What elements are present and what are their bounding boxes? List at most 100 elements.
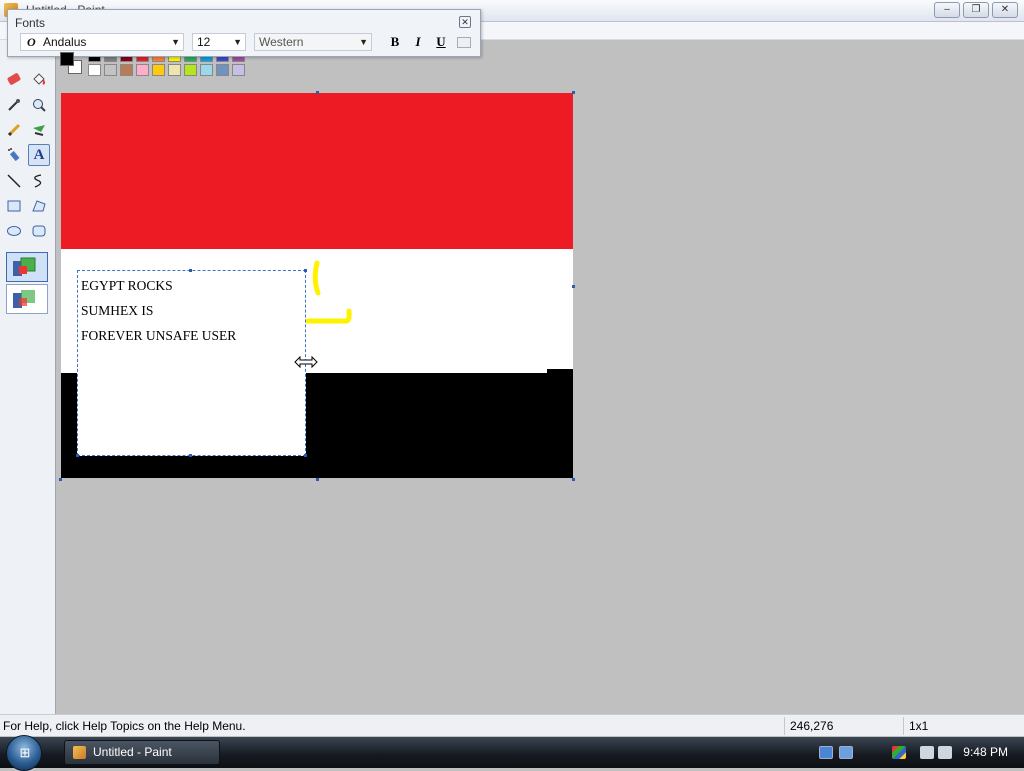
palette-swatch[interactable] (216, 64, 229, 76)
text-a-icon: A (33, 146, 45, 163)
minimize-button[interactable]: – (934, 2, 960, 18)
paint-window: Untitled - Paint – ❐ ✕ A (0, 0, 1024, 771)
rounded-rectangle-icon (32, 225, 46, 237)
eraser-tool[interactable] (3, 68, 25, 90)
text-box-handle-bottom-right[interactable] (304, 454, 307, 457)
text-box[interactable]: EGYPT ROCKS SUMHEX IS FOREVER UNSAFE USE… (77, 270, 306, 456)
color-picker-tool[interactable] (3, 94, 25, 116)
chevron-down-icon: ▼ (233, 37, 242, 47)
opaque-shapes-icon (13, 257, 36, 276)
horizontal-resize-cursor-icon (294, 355, 318, 369)
paint-bucket-icon (33, 73, 45, 85)
polygon-icon (32, 200, 46, 212)
palette-swatch[interactable] (184, 64, 197, 76)
opentype-font-icon: O (27, 35, 36, 49)
text-line: FOREVER UNSAFE USER (81, 328, 237, 343)
show-desktop-icon[interactable] (819, 746, 833, 759)
text-tool[interactable]: A (28, 144, 50, 166)
pencil-icon (7, 123, 21, 137)
taskbar-item-label: Untitled - Paint (93, 745, 172, 759)
status-bar: For Help, click Help Topics on the Help … (0, 714, 1024, 736)
curve-icon (34, 174, 42, 188)
line-icon (7, 174, 21, 188)
network-icon[interactable] (920, 746, 934, 759)
canvas-handle-top-right[interactable] (572, 91, 575, 94)
curve-tool[interactable] (28, 170, 50, 192)
eyedropper-icon (8, 99, 20, 111)
underline-button[interactable]: U (432, 34, 450, 50)
canvas-handle-bottom[interactable] (316, 478, 319, 481)
text-line: EGYPT ROCKS (81, 278, 173, 293)
vertical-text-button[interactable] (457, 37, 471, 48)
selection-size: 1x1 (909, 719, 929, 733)
magnifier-tool[interactable] (28, 94, 50, 116)
fonts-toolbar-close-button[interactable]: ✕ (459, 16, 471, 28)
palette-swatch[interactable] (232, 64, 245, 76)
palette-swatch[interactable] (104, 64, 117, 76)
font-name-value: Andalus (43, 35, 87, 49)
italic-button[interactable]: I (409, 34, 427, 50)
magnifier-icon (33, 99, 46, 112)
maximize-button[interactable]: ❐ (963, 2, 989, 18)
cursor-coordinates: 246,276 (790, 719, 834, 733)
chevron-down-icon: ▼ (359, 37, 368, 47)
rectangle-tool[interactable] (3, 195, 25, 217)
airbrush-tool[interactable] (3, 144, 25, 166)
fill-tool[interactable] (28, 68, 50, 90)
fonts-toolbar-title: Fonts (15, 16, 46, 30)
status-divider (903, 717, 904, 735)
yellow-stroke (303, 260, 352, 324)
pencil-tool[interactable] (3, 119, 25, 141)
brush-tool[interactable] (28, 119, 50, 141)
line-tool[interactable] (3, 170, 25, 192)
rectangle-icon (7, 200, 21, 212)
fonts-toolbar: Fonts ✕ O Andalus ▼ 12 ▼ Western ▼ B I U (7, 9, 481, 57)
rounded-rectangle-tool[interactable] (28, 220, 50, 242)
taskbar-item-paint[interactable]: Untitled - Paint (64, 740, 220, 765)
windows-defender-icon[interactable] (892, 746, 906, 759)
transparent-background-option[interactable] (6, 284, 48, 314)
text-box-handle-top-right[interactable] (304, 269, 307, 272)
close-button[interactable]: ✕ (992, 2, 1018, 18)
text-box-handle-bottom[interactable] (189, 454, 192, 457)
transparent-shapes-icon (13, 290, 35, 308)
opaque-background-option[interactable] (6, 252, 48, 282)
ellipse-tool[interactable] (3, 220, 25, 242)
foreground-color[interactable] (60, 52, 74, 66)
palette-swatch[interactable] (200, 64, 213, 76)
volume-icon[interactable] (938, 746, 952, 759)
text-line: SUMHEX IS (81, 303, 154, 318)
font-script-select[interactable]: Western ▼ (254, 33, 372, 51)
canvas-handle-bottom-left[interactable] (59, 478, 62, 481)
canvas-handle-bottom-right[interactable] (572, 478, 575, 481)
eraser-icon (7, 73, 21, 85)
font-size-select[interactable]: 12 ▼ (192, 33, 246, 51)
palette-swatch[interactable] (152, 64, 165, 76)
text-box-handle-top[interactable] (189, 269, 192, 272)
brush-icon (33, 125, 45, 136)
airbrush-icon (8, 148, 20, 162)
ellipse-icon (7, 226, 21, 236)
toolbox: A (0, 40, 56, 714)
system-tray: 9:48 PM (814, 737, 1024, 768)
font-script-value: Western (259, 35, 304, 49)
clock[interactable]: 9:48 PM (963, 745, 1008, 759)
bold-button[interactable]: B (386, 34, 404, 50)
canvas-handle-right[interactable] (572, 285, 575, 288)
paint-app-icon (73, 746, 86, 759)
help-text: For Help, click Help Topics on the Help … (3, 719, 246, 733)
status-divider (784, 717, 785, 735)
polygon-tool[interactable] (28, 195, 50, 217)
windows-logo-icon: ⊞ (19, 745, 31, 760)
palette-swatch[interactable] (120, 64, 133, 76)
font-name-select[interactable]: O Andalus ▼ (20, 33, 184, 51)
palette-swatch[interactable] (168, 64, 181, 76)
switch-windows-icon[interactable] (839, 746, 853, 759)
palette-swatch[interactable] (88, 64, 101, 76)
start-button[interactable]: ⊞ (6, 735, 42, 771)
taskbar: ⊞ Untitled - Paint 9:48 PM (0, 735, 1024, 771)
text-box-handle-bottom-left[interactable] (76, 454, 79, 457)
palette-swatch[interactable] (136, 64, 149, 76)
canvas-handle-top[interactable] (316, 91, 319, 94)
font-size-value: 12 (197, 35, 211, 49)
